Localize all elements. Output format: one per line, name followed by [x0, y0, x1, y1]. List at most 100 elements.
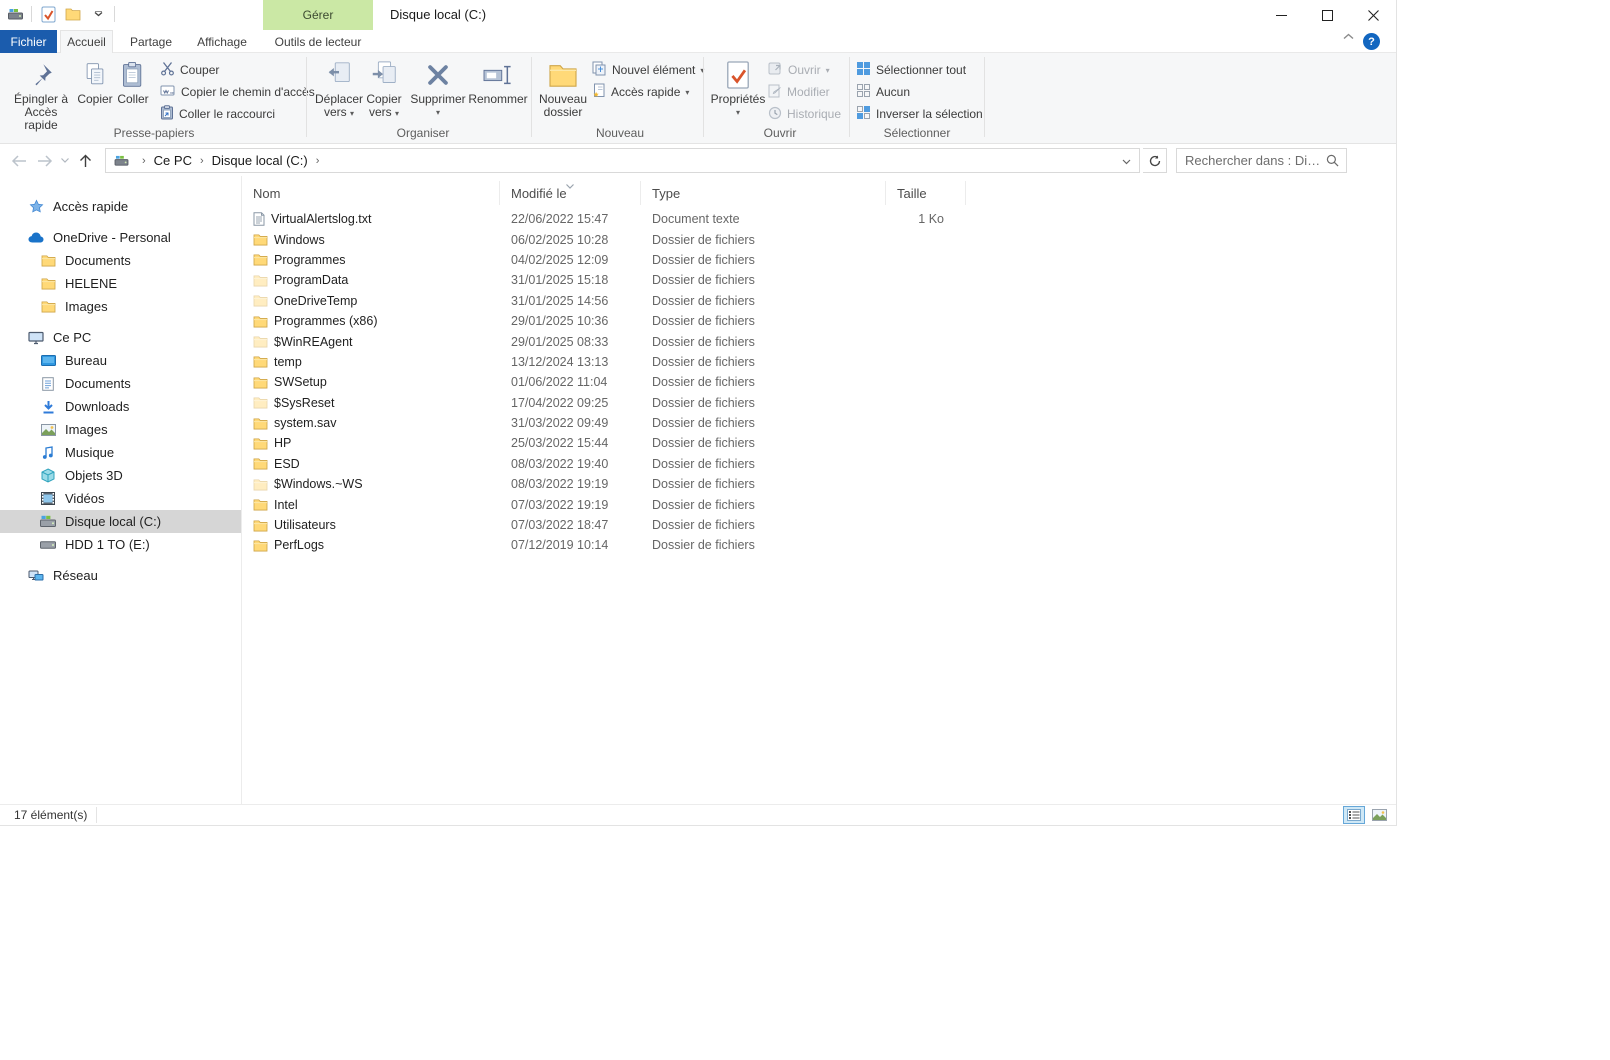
- file-row[interactable]: Utilisateurs 07/03/2022 18:47 Dossier de f…: [242, 515, 966, 535]
- paste-shortcut-button[interactable]: Coller le raccourci: [160, 105, 275, 123]
- file-row[interactable]: VirtualAlertslog.txt 22/06/2022 15:47 Docu…: [242, 209, 966, 229]
- sort-descending-icon: [566, 177, 575, 192]
- search-box[interactable]: [1176, 148, 1347, 173]
- forward-button[interactable]: [32, 148, 58, 174]
- maximize-button[interactable]: [1304, 0, 1350, 30]
- quick-access-button[interactable]: Accès rapide ▾: [592, 83, 689, 101]
- tab-outils-de-lecteur[interactable]: Outils de lecteur: [263, 30, 373, 53]
- copy-path-button[interactable]: Copier le chemin d'accès: [160, 83, 315, 101]
- move-to-button[interactable]: Déplacer vers ▾: [315, 57, 363, 120]
- sidebar-item-onedrive-personal[interactable]: OneDrive - Personal: [0, 226, 241, 249]
- delete-button[interactable]: Supprimer ▾: [410, 57, 466, 119]
- pin-quick-access-button[interactable]: Épingler à Accès rapide: [8, 57, 74, 132]
- new-folder-shortcut-icon[interactable]: [64, 4, 82, 24]
- new-item-button[interactable]: Nouvel élément ▾: [592, 61, 704, 79]
- new-folder-button[interactable]: Nouveau dossier: [537, 57, 589, 119]
- details-view-button[interactable]: [1343, 806, 1365, 824]
- copy-button[interactable]: Copier: [76, 57, 114, 106]
- file-row[interactable]: temp 13/12/2024 13:13 Dossier de fichiers: [242, 352, 966, 372]
- sidebar-item-images[interactable]: Images: [0, 295, 241, 318]
- refresh-button[interactable]: [1143, 148, 1167, 173]
- tab-fichier[interactable]: Fichier: [0, 30, 57, 53]
- sidebar-item-documents[interactable]: Documents: [0, 249, 241, 272]
- sidebar-item-label: Accès rapide: [53, 199, 129, 214]
- search-icon[interactable]: [1326, 154, 1346, 167]
- group-label-organiser: Organiser: [396, 126, 450, 140]
- sidebar-item-documents[interactable]: Documents: [0, 372, 241, 395]
- file-type: Dossier de fichiers: [652, 252, 755, 267]
- search-input[interactable]: [1177, 153, 1326, 168]
- select-all-icon: [856, 61, 871, 79]
- file-row[interactable]: SWSetup 01/06/2022 11:04 Dossier de fichie…: [242, 372, 966, 392]
- file-row[interactable]: PerfLogs 07/12/2019 10:14 Dossier de fichi…: [242, 535, 966, 555]
- tab-affichage[interactable]: Affichage: [186, 30, 258, 53]
- file-row[interactable]: HP 25/03/2022 15:44 Dossier de fichiers: [242, 433, 966, 453]
- file-row[interactable]: Intel 07/03/2022 19:19 Dossier de fichiers: [242, 494, 966, 514]
- customize-qat-caret-icon[interactable]: [89, 4, 107, 24]
- file-row[interactable]: Programmes 04/02/2025 12:09 Dossier de fic…: [242, 250, 966, 270]
- contextual-tab-header: Gérer: [263, 0, 373, 30]
- sidebar-item-acc-s-rapide[interactable]: Accès rapide: [0, 195, 241, 218]
- file-row[interactable]: $Windows.~WS 08/03/2022 19:19 Dossier de f…: [242, 474, 966, 494]
- file-modified: 07/12/2019 10:14: [511, 538, 609, 553]
- file-modified: 17/04/2022 09:25: [511, 395, 609, 410]
- cut-button[interactable]: Couper: [160, 61, 219, 79]
- navigation-bar: › Ce PC › Disque local (C:) ›: [0, 145, 1396, 176]
- file-row[interactable]: system.sav 31/03/2022 09:49 Dossier de fic…: [242, 413, 966, 433]
- file-row[interactable]: Programmes (x86) 29/01/2025 10:36 Dossier …: [242, 311, 966, 331]
- column-header-type[interactable]: Type: [641, 181, 886, 205]
- file-name: OneDriveTemp: [274, 293, 358, 308]
- file-row[interactable]: $WinREAgent 29/01/2025 08:33 Dossier de fi…: [242, 331, 966, 351]
- sidebar-item-label: Ce PC: [53, 330, 92, 345]
- paste-button[interactable]: Coller: [114, 57, 152, 106]
- help-button[interactable]: ?: [1363, 33, 1380, 50]
- tab-partage[interactable]: Partage: [120, 30, 182, 53]
- column-headers: Nom Modifié le Type Taille: [242, 181, 966, 205]
- select-none-button[interactable]: Aucun: [856, 83, 910, 101]
- minimize-button[interactable]: [1258, 0, 1304, 30]
- folder-pale-icon: [253, 294, 268, 307]
- address-dropdown-caret-icon[interactable]: [1122, 153, 1139, 168]
- sidebar-item-ce-pc[interactable]: Ce PC: [0, 326, 241, 349]
- sidebar-item-bureau[interactable]: Bureau: [0, 349, 241, 372]
- sidebar-item-hdd-1-to-e-[interactable]: HDD 1 TO (E:): [0, 533, 241, 556]
- folder-icon: [253, 376, 268, 389]
- column-header-name[interactable]: Nom: [242, 181, 500, 205]
- copy-to-icon: [369, 57, 399, 93]
- address-bar[interactable]: › Ce PC › Disque local (C:) ›: [105, 148, 1140, 173]
- sidebar-item-vid-os[interactable]: Vidéos: [0, 487, 241, 510]
- select-all-button[interactable]: Sélectionner tout: [856, 61, 966, 79]
- sidebar-item-images[interactable]: Images: [0, 418, 241, 441]
- invert-selection-button[interactable]: Inverser la sélection: [856, 105, 983, 123]
- sidebar-item-musique[interactable]: Musique: [0, 441, 241, 464]
- file-row[interactable]: ESD 08/03/2022 19:40 Dossier de fichiers: [242, 454, 966, 474]
- breadcrumb-disque-local[interactable]: Disque local (C:): [211, 153, 309, 168]
- file-row[interactable]: Windows 06/02/2025 10:28 Dossier de fichie…: [242, 229, 966, 249]
- file-type: Dossier de fichiers: [652, 436, 755, 451]
- back-button[interactable]: [6, 148, 32, 174]
- close-button[interactable]: [1350, 0, 1396, 30]
- sidebar-item-label: OneDrive - Personal: [53, 230, 171, 245]
- collapse-ribbon-button[interactable]: [1343, 33, 1354, 40]
- column-header-size[interactable]: Taille: [886, 181, 966, 205]
- copy-to-button[interactable]: Copier vers ▾: [362, 57, 406, 120]
- sidebar-item-r-seau[interactable]: Réseau: [0, 564, 241, 587]
- sidebar-item-downloads[interactable]: Downloads: [0, 395, 241, 418]
- properties-shortcut-icon[interactable]: [39, 4, 57, 24]
- properties-button[interactable]: Propriétés ▾: [711, 57, 765, 119]
- tab-accueil[interactable]: Accueil: [60, 30, 113, 53]
- file-row[interactable]: ProgramData 31/01/2025 15:18 Dossier de fi…: [242, 270, 966, 290]
- sidebar-item-disque-local-c-[interactable]: Disque local (C:): [0, 510, 241, 533]
- breadcrumb-ce-pc[interactable]: Ce PC: [153, 153, 193, 168]
- drive-icon[interactable]: [6, 4, 24, 24]
- recent-locations-caret-icon[interactable]: [58, 148, 72, 174]
- column-header-modified[interactable]: Modifié le: [500, 181, 641, 205]
- rename-button[interactable]: Renommer: [466, 57, 530, 106]
- up-button[interactable]: [72, 148, 98, 174]
- file-row[interactable]: OneDriveTemp 31/01/2025 14:56 Dossier de f…: [242, 291, 966, 311]
- paste-shortcut-icon: [160, 105, 174, 123]
- file-row[interactable]: $SysReset 17/04/2022 09:25 Dossier de fich…: [242, 393, 966, 413]
- sidebar-item-objets-3d[interactable]: Objets 3D: [0, 464, 241, 487]
- sidebar-item-helene[interactable]: HELENE: [0, 272, 241, 295]
- thumbnail-view-button[interactable]: [1368, 806, 1390, 824]
